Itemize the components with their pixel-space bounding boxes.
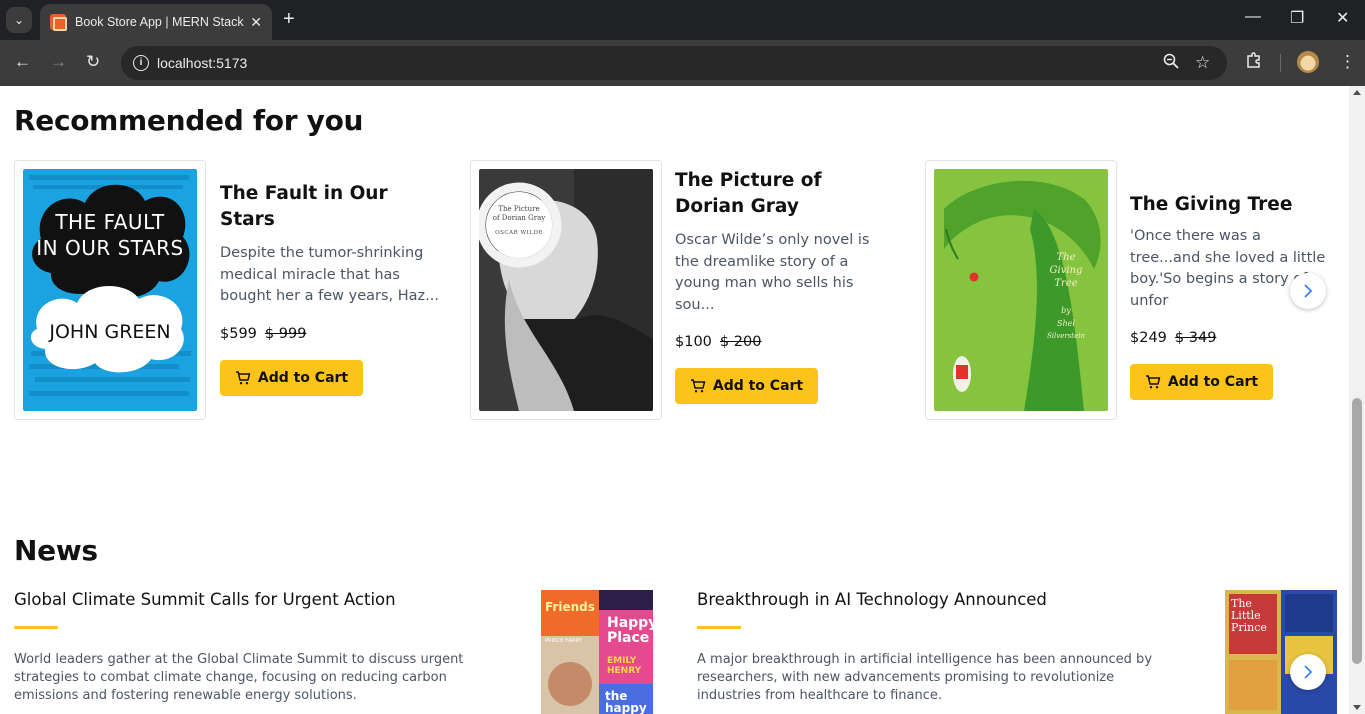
collage-text-little-prince: The Little Prince bbox=[1231, 597, 1267, 634]
cart-icon bbox=[690, 379, 706, 393]
back-icon[interactable]: ← bbox=[14, 52, 31, 72]
tab-close-icon[interactable]: ✕ bbox=[250, 14, 262, 31]
book-description: Despite the tumor-shrinking medical mira… bbox=[220, 245, 439, 304]
add-to-cart-button[interactable]: Add to Cart bbox=[675, 368, 818, 404]
recommended-heading: Recommended for you bbox=[14, 104, 364, 137]
cover-title-line1: The Picture bbox=[498, 205, 540, 213]
cover-title-line2: Giving bbox=[1049, 265, 1083, 276]
cart-icon bbox=[1145, 375, 1161, 389]
extensions-icon[interactable] bbox=[1245, 51, 1263, 74]
current-price: $599 bbox=[220, 325, 257, 342]
news-title[interactable]: Global Climate Summit Calls for Urgent A… bbox=[14, 590, 464, 609]
cover-title-line2: IN OUR STARS bbox=[36, 236, 184, 260]
add-to-cart-label: Add to Cart bbox=[712, 378, 804, 394]
cover-author-last: Silverstein bbox=[1046, 332, 1085, 340]
scroll-thumb[interactable] bbox=[1352, 398, 1362, 664]
news-title-underline bbox=[697, 626, 741, 629]
carousel-next-button[interactable] bbox=[1290, 273, 1326, 309]
browser-tab-bar: ⌄ Book Store App | MERN Stack P ✕ + — ❐ … bbox=[0, 0, 1365, 40]
news-description: A major breakthrough in artificial intel… bbox=[697, 652, 1153, 703]
cart-icon bbox=[235, 370, 251, 384]
reload-icon[interactable]: ↻ bbox=[86, 52, 100, 72]
book-description: Oscar Wilde’s only novel is the dreamlik… bbox=[675, 232, 870, 313]
news-title[interactable]: Breakthrough in AI Technology Announced bbox=[697, 590, 1177, 609]
book-title[interactable]: The Giving Tree bbox=[1130, 192, 1330, 218]
url-text[interactable]: localhost:5173 bbox=[157, 55, 247, 71]
book-price: $599 $ 999 bbox=[220, 326, 442, 342]
chevron-right-icon bbox=[1304, 284, 1313, 298]
menu-kebab-icon[interactable]: ⋮ bbox=[1339, 52, 1356, 72]
cover-by: by bbox=[1061, 306, 1071, 315]
book-cover-giving-tree[interactable]: The Giving Tree by Shel Silverstein bbox=[934, 169, 1108, 411]
book-price: $249 $ 349 bbox=[1130, 330, 1330, 346]
news-image-books-collage[interactable]: Friends PRINCE HARRY Happy Place EMILY H… bbox=[541, 590, 653, 714]
book-cover-fault-in-our-stars[interactable]: THE FAULT IN OUR STARS JOHN GREEN bbox=[23, 169, 197, 411]
cover-title-line1: The bbox=[1056, 252, 1076, 263]
tab-title: Book Store App | MERN Stack P bbox=[75, 15, 245, 29]
new-tab-icon[interactable]: + bbox=[283, 8, 295, 30]
add-to-cart-label: Add to Cart bbox=[1167, 374, 1259, 390]
cover-title-line2: of Dorian Gray bbox=[492, 214, 546, 222]
add-to-cart-button[interactable]: Add to Cart bbox=[1130, 364, 1273, 400]
news-title-underline bbox=[14, 626, 58, 629]
cover-author: JOHN GREEN bbox=[49, 321, 171, 343]
site-info-icon[interactable]: i bbox=[133, 55, 149, 71]
restore-icon[interactable]: ❐ bbox=[1290, 8, 1304, 28]
news-next-button[interactable] bbox=[1290, 654, 1326, 690]
news-description: World leaders gather at the Global Clima… bbox=[14, 652, 464, 703]
cover-title-line1: THE FAULT bbox=[55, 210, 165, 234]
news-item: Breakthrough in AI Technology Announced … bbox=[697, 590, 1177, 705]
current-price: $100 bbox=[675, 334, 712, 350]
page-viewport: Recommended for you THE FAULT IN OUR STA… bbox=[0, 86, 1349, 714]
collage-text-friends: Friends bbox=[545, 600, 595, 614]
bookmark-star-icon[interactable]: ☆ bbox=[1195, 53, 1210, 73]
add-to-cart-button[interactable]: Add to Cart bbox=[220, 359, 363, 396]
book-card: The Picture of Dorian Gray OSCAR WILDE T… bbox=[470, 160, 910, 420]
old-price: $ 349 bbox=[1174, 330, 1217, 346]
address-bar[interactable]: i localhost:5173 ☆ bbox=[121, 46, 1227, 80]
book-cover-dorian-gray[interactable]: The Picture of Dorian Gray OSCAR WILDE bbox=[479, 169, 653, 411]
book-title[interactable]: The Picture of Dorian Gray bbox=[675, 168, 897, 220]
book-cover-frame[interactable]: The Picture of Dorian Gray OSCAR WILDE bbox=[470, 160, 662, 420]
browser-tab[interactable]: Book Store App | MERN Stack P ✕ bbox=[40, 4, 272, 40]
current-price: $249 bbox=[1130, 330, 1167, 346]
cover-title-line3: Tree bbox=[1054, 278, 1078, 289]
add-to-cart-label: Add to Cart bbox=[257, 369, 349, 386]
forward-icon[interactable]: → bbox=[50, 52, 67, 72]
collage-text-emily-henry: EMILY HENRY bbox=[607, 656, 642, 676]
collage-text-happy-place: Happy Place bbox=[607, 615, 653, 646]
book-info: The Picture of Dorian Gray Oscar Wilde’s… bbox=[675, 168, 897, 404]
book-card: The Giving Tree by Shel Silverstein The … bbox=[925, 160, 1349, 420]
book-cover-frame[interactable]: The Giving Tree by Shel Silverstein bbox=[925, 160, 1117, 420]
old-price: $ 999 bbox=[264, 325, 307, 342]
book-favicon-icon bbox=[50, 14, 67, 31]
page-scrollbar[interactable] bbox=[1349, 86, 1365, 714]
collage-text-the-happy: the happy bbox=[605, 689, 647, 714]
minimize-icon[interactable]: — bbox=[1245, 8, 1261, 26]
news-image-little-prince[interactable]: The Little Prince bbox=[1225, 590, 1337, 714]
book-title[interactable]: The Fault in Our Stars bbox=[220, 181, 442, 233]
cover-author: OSCAR WILDE bbox=[495, 230, 543, 236]
window-close-icon[interactable]: ✕ bbox=[1336, 8, 1349, 28]
news-item: Global Climate Summit Calls for Urgent A… bbox=[14, 590, 464, 705]
news-heading: News bbox=[14, 534, 98, 567]
chevron-right-icon bbox=[1304, 665, 1313, 679]
book-card: THE FAULT IN OUR STARS JOHN GREEN The Fa… bbox=[14, 160, 454, 420]
book-price: $100 $ 200 bbox=[675, 334, 897, 350]
zoom-icon[interactable] bbox=[1163, 53, 1179, 74]
book-cover-frame[interactable]: THE FAULT IN OUR STARS JOHN GREEN bbox=[14, 160, 206, 420]
scroll-down-arrow-icon[interactable] bbox=[1353, 705, 1361, 710]
cover-author-first: Shel bbox=[1057, 319, 1075, 328]
profile-avatar[interactable] bbox=[1297, 51, 1319, 73]
collage-text-prince-harry: PRINCE HARRY bbox=[545, 638, 582, 644]
browser-toolbar: ← → ↻ i localhost:5173 ☆ ⋮ bbox=[0, 40, 1365, 86]
book-info: The Fault in Our Stars Despite the tumor… bbox=[220, 181, 442, 396]
scroll-up-arrow-icon[interactable] bbox=[1353, 90, 1361, 95]
old-price: $ 200 bbox=[719, 334, 762, 350]
toolbar-divider bbox=[1280, 54, 1281, 72]
tab-search-button[interactable]: ⌄ bbox=[6, 7, 32, 33]
